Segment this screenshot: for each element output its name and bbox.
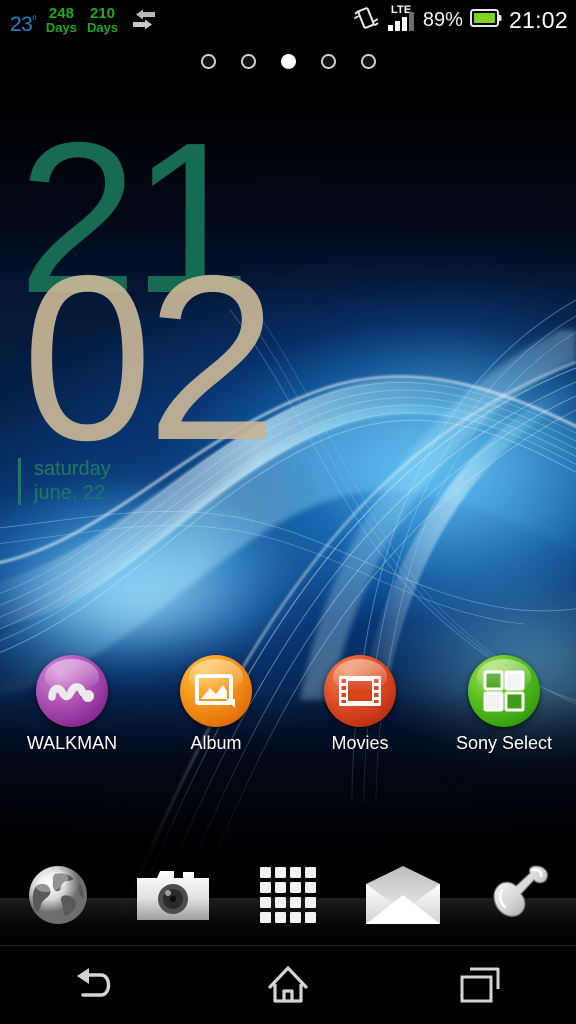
clock-minutes: 02 — [22, 226, 277, 489]
film-strip-icon[interactable] — [324, 655, 396, 727]
app-movies-label: Movies — [331, 733, 389, 753]
phone-handset-icon — [493, 865, 549, 917]
photo-album-icon[interactable] — [180, 655, 252, 727]
globe-icon — [28, 866, 87, 924]
app-sony-select[interactable]: Sony Select — [432, 655, 576, 754]
page-dot-4[interactable] — [320, 53, 336, 69]
dock-item-app-drawer[interactable] — [230, 845, 345, 945]
clock-widget[interactable]: 21 02 saturday june. 22 — [0, 110, 300, 530]
grid-squares-icon[interactable] — [468, 655, 540, 727]
envelope-icon — [366, 866, 441, 924]
nav-recents-button[interactable] — [384, 946, 576, 1024]
home-screen: 23º 248 Days 210 Days LTE 89% 21:02 21 0… — [0, 0, 576, 1024]
day-counter-1: 248 Days — [46, 0, 77, 40]
temperature-unit: º — [32, 14, 36, 26]
battery-icon — [469, 8, 502, 33]
app-grid-icon — [260, 867, 316, 923]
clock-weekday: saturday — [34, 458, 111, 480]
page-dot-5[interactable] — [360, 53, 376, 69]
dock-item-camera[interactable] — [115, 845, 230, 945]
day-counter-2: 210 Days — [87, 0, 118, 40]
temperature-indicator: 23º — [10, 0, 36, 45]
app-walkman[interactable]: WALKMAN — [0, 655, 144, 754]
status-bar-clock: 21:02 — [508, 6, 568, 33]
status-bar-right: LTE 89% 21:02 — [353, 0, 576, 40]
camera-icon — [136, 871, 209, 920]
day-counter-1-number: 248 — [48, 5, 74, 22]
page-dot-2[interactable] — [240, 53, 256, 69]
nav-back-button[interactable] — [0, 946, 192, 1024]
day-counter-2-number: 210 — [89, 5, 116, 22]
back-arrow-icon — [77, 968, 111, 997]
app-sony-select-label: Sony Select — [455, 733, 553, 753]
status-bar[interactable]: 23º 248 Days 210 Days LTE 89% 21:02 — [0, 0, 576, 40]
nav-home-button[interactable] — [192, 946, 384, 1024]
app-movies[interactable]: Movies — [288, 655, 432, 754]
status-bar-left: 23º 248 Days 210 Days — [0, 0, 158, 40]
app-walkman-label: WALKMAN — [26, 733, 118, 753]
dock-item-browser[interactable] — [0, 845, 115, 945]
walkman-icon[interactable] — [36, 655, 108, 727]
dock-item-phone[interactable] — [461, 845, 576, 945]
temperature-value: 23 — [10, 13, 33, 36]
clock-date: june. 22 — [34, 481, 106, 504]
navigation-bar — [0, 945, 576, 1024]
battery-percent-label: 89% — [422, 8, 463, 31]
day-counter-1-unit: Days — [45, 20, 77, 35]
vibrate-mode-icon — [353, 5, 379, 36]
page-dot-3[interactable] — [280, 53, 296, 69]
app-row: WALKMAN Album Movies Sony Select — [0, 655, 576, 765]
page-indicator[interactable] — [0, 50, 576, 72]
dock — [0, 845, 576, 945]
recent-apps-icon — [460, 967, 500, 1003]
page-dot-1[interactable] — [200, 53, 216, 69]
dock-item-email[interactable] — [346, 845, 461, 945]
app-album-label: Album — [190, 733, 242, 753]
data-transfer-icon — [128, 0, 158, 40]
clock-date-block: saturday june. 22 — [18, 458, 111, 506]
signal-strength-icon: LTE — [386, 4, 416, 33]
home-icon — [268, 966, 308, 1003]
day-counter-2-unit: Days — [86, 20, 119, 35]
app-album[interactable]: Album — [144, 655, 288, 754]
